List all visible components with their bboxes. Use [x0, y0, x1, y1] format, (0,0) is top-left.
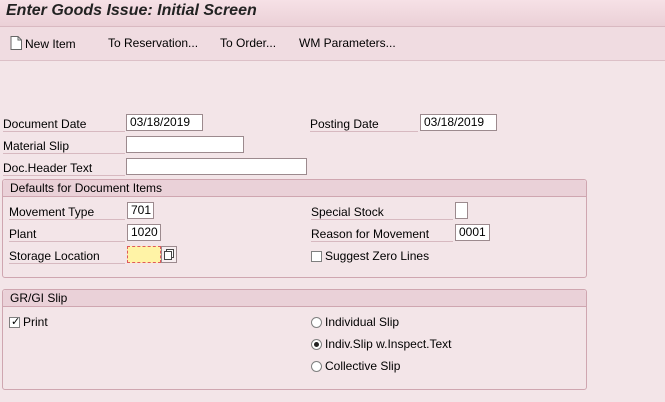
print-checkbox[interactable]: ✓: [9, 316, 21, 328]
posting-date-field[interactable]: 03/18/2019: [420, 114, 497, 131]
wm-parameters-button[interactable]: WM Parameters...: [299, 36, 396, 50]
new-item-button[interactable]: New Item: [10, 36, 76, 53]
plant-field[interactable]: 1020: [127, 224, 161, 241]
movement-type-field[interactable]: 701: [127, 202, 154, 219]
label-underline: [3, 153, 125, 154]
indiv-slip-inspect-text-radio[interactable]: [311, 339, 322, 350]
defaults-group: Defaults for Document Items Movement Typ…: [2, 179, 587, 278]
defaults-group-header: Defaults for Document Items: [3, 180, 586, 197]
new-item-label: New Item: [25, 37, 76, 51]
defaults-group-title: Defaults for Document Items: [10, 181, 163, 195]
special-stock-label: Special Stock: [311, 205, 384, 219]
doc-header-text-label: Doc.Header Text: [3, 161, 93, 175]
to-order-button[interactable]: To Order...: [220, 36, 276, 50]
title-bar: Enter Goods Issue: Initial Screen: [0, 0, 665, 27]
copy-icon: [164, 249, 174, 260]
reason-for-movement-label: Reason for Movement: [311, 227, 430, 241]
material-slip-label: Material Slip: [3, 139, 70, 153]
gr-gi-slip-group-title: GR/GI Slip: [10, 291, 68, 305]
individual-slip-label: Individual Slip: [325, 315, 400, 329]
label-underline: [9, 241, 125, 242]
suggest-zero-lines-checkbox[interactable]: [311, 251, 322, 262]
radio-selected-dot: [314, 342, 319, 347]
special-stock-field[interactable]: [455, 202, 468, 219]
document-date-field[interactable]: 03/18/2019: [126, 114, 203, 131]
document-date-label: Document Date: [3, 117, 87, 131]
label-underline: [311, 219, 453, 220]
plant-label: Plant: [9, 227, 37, 241]
reason-for-movement-field[interactable]: 0001: [455, 224, 490, 241]
gr-gi-slip-group: GR/GI Slip ✓ Print Individual Slip Indiv…: [2, 289, 587, 390]
label-underline: [9, 219, 125, 220]
posting-date-label: Posting Date: [310, 117, 379, 131]
print-label: Print: [23, 315, 48, 329]
storage-location-label: Storage Location: [9, 249, 100, 263]
collective-slip-label: Collective Slip: [325, 359, 401, 373]
suggest-zero-lines-label: Suggest Zero Lines: [325, 249, 430, 263]
label-underline: [9, 263, 125, 264]
checkmark-icon: ✓: [11, 316, 21, 328]
value-help-button[interactable]: [161, 246, 177, 263]
movement-type-label: Movement Type: [9, 205, 95, 219]
collective-slip-radio[interactable]: [311, 361, 322, 372]
label-underline: [310, 131, 418, 132]
new-document-icon: [10, 36, 22, 53]
application-toolbar: New Item To Reservation... To Order... W…: [0, 27, 665, 61]
main-content: Document Date 03/18/2019 Posting Date 03…: [0, 61, 665, 402]
doc-header-text-field[interactable]: [126, 158, 307, 175]
label-underline: [3, 175, 125, 176]
material-slip-field[interactable]: [126, 136, 244, 153]
label-underline: [3, 131, 125, 132]
storage-location-field[interactable]: [127, 246, 161, 263]
gr-gi-slip-group-header: GR/GI Slip: [3, 290, 586, 307]
individual-slip-radio[interactable]: [311, 317, 322, 328]
indiv-slip-inspect-text-label: Indiv.Slip w.Inspect.Text: [325, 337, 452, 351]
label-underline: [311, 241, 453, 242]
window-title: Enter Goods Issue: Initial Screen: [6, 2, 257, 19]
to-reservation-button[interactable]: To Reservation...: [108, 36, 198, 50]
